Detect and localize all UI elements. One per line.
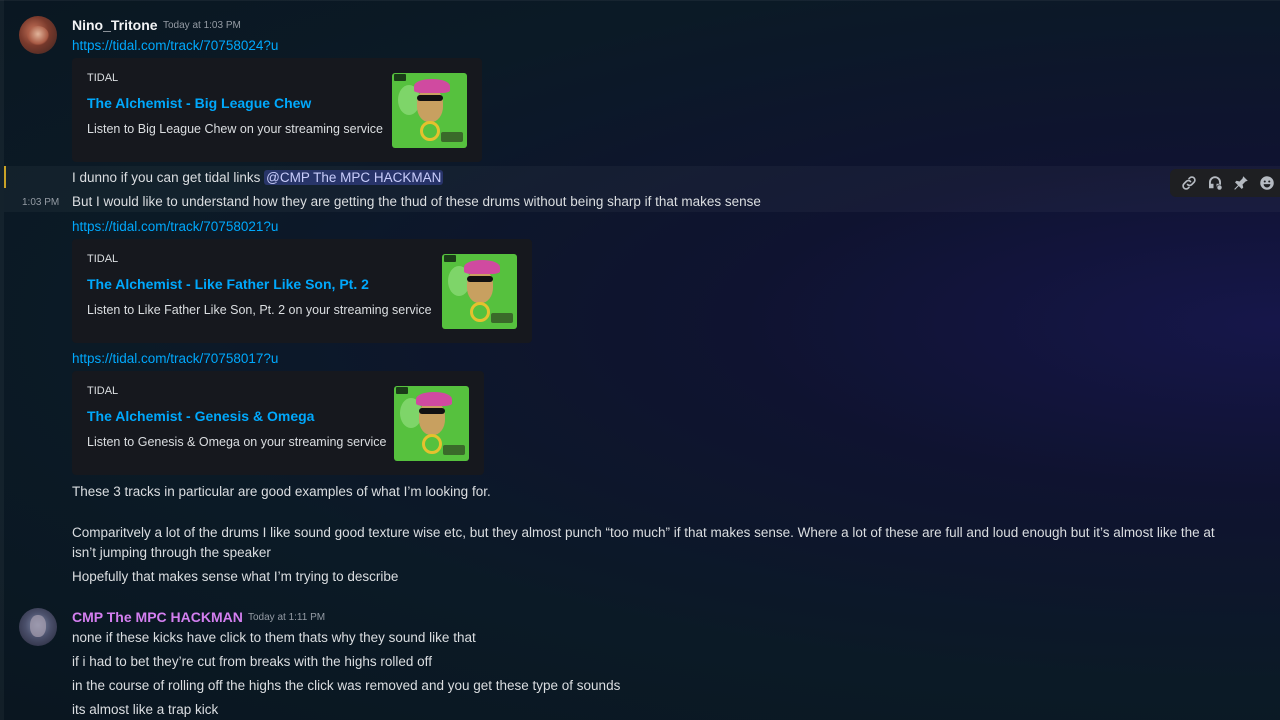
message-text: if i had to bet they’re cut from breaks … xyxy=(72,654,432,669)
message-toolbar xyxy=(1170,169,1280,197)
message-text: These 3 tracks in particular are good ex… xyxy=(72,484,491,499)
link-icon[interactable] xyxy=(1176,171,1202,195)
tidal-link[interactable]: https://tidal.com/track/70758017?u xyxy=(72,351,278,366)
avatar[interactable] xyxy=(19,608,57,646)
embed-title-link[interactable]: The Alchemist - Genesis & Omega xyxy=(87,408,314,424)
user-mention[interactable]: @CMP The MPC HACKMAN xyxy=(264,170,444,185)
hover-timestamp[interactable]: 1:03 PM xyxy=(22,197,59,208)
message-text: isn’t jumping through the speaker xyxy=(72,545,271,560)
avatar[interactable] xyxy=(19,16,57,54)
album-thumbnail[interactable] xyxy=(442,254,517,329)
message-timestamp[interactable]: Today at 1:03 PM xyxy=(163,20,241,31)
channel-edge xyxy=(0,0,4,720)
embed-provider: TIDAL xyxy=(87,385,119,397)
embed-provider: TIDAL xyxy=(87,72,119,84)
message-text: in the course of rolling off the highs t… xyxy=(72,678,621,693)
album-thumbnail[interactable] xyxy=(394,386,469,461)
message-text: its almost like a trap kick xyxy=(72,702,219,717)
message-text: Hopefully that makes sense what I’m tryi… xyxy=(72,569,399,584)
emoji-icon[interactable] xyxy=(1254,171,1280,195)
link-embed: TIDAL The Alchemist - Genesis & Omega Li… xyxy=(72,371,484,475)
message-text: none if these kicks have click to them t… xyxy=(72,630,476,645)
link-embed: TIDAL The Alchemist - Big League Chew Li… xyxy=(72,58,482,162)
embed-description: Listen to Big League Chew on your stream… xyxy=(87,122,383,136)
embed-provider: TIDAL xyxy=(87,253,119,265)
username[interactable]: Nino_Tritone xyxy=(72,17,158,33)
embed-title-link[interactable]: The Alchemist - Like Father Like Son, Pt… xyxy=(87,276,369,292)
tidal-link[interactable]: https://tidal.com/track/70758024?u xyxy=(72,38,278,53)
message-text: But I would like to understand how they … xyxy=(72,194,761,209)
tidal-link[interactable]: https://tidal.com/track/70758021?u xyxy=(72,219,278,234)
mention-highlight-bar xyxy=(4,166,6,188)
message-text: I dunno if you can get tidal links @CMP … xyxy=(72,170,444,185)
embed-title-link[interactable]: The Alchemist - Big League Chew xyxy=(87,95,311,111)
link-embed: TIDAL The Alchemist - Like Father Like S… xyxy=(72,239,532,343)
pin-icon[interactable] xyxy=(1228,171,1254,195)
message-text: Comparitvely a lot of the drums I like s… xyxy=(72,525,1215,540)
embed-description: Listen to Like Father Like Son, Pt. 2 on… xyxy=(87,303,432,317)
embed-description: Listen to Genesis & Omega on your stream… xyxy=(87,435,387,449)
message-timestamp[interactable]: Today at 1:11 PM xyxy=(248,612,325,623)
thread-icon[interactable] xyxy=(1202,171,1228,195)
album-thumbnail[interactable] xyxy=(392,73,467,148)
top-divider xyxy=(0,0,1280,1)
username[interactable]: CMP The MPC HACKMAN xyxy=(72,609,243,625)
